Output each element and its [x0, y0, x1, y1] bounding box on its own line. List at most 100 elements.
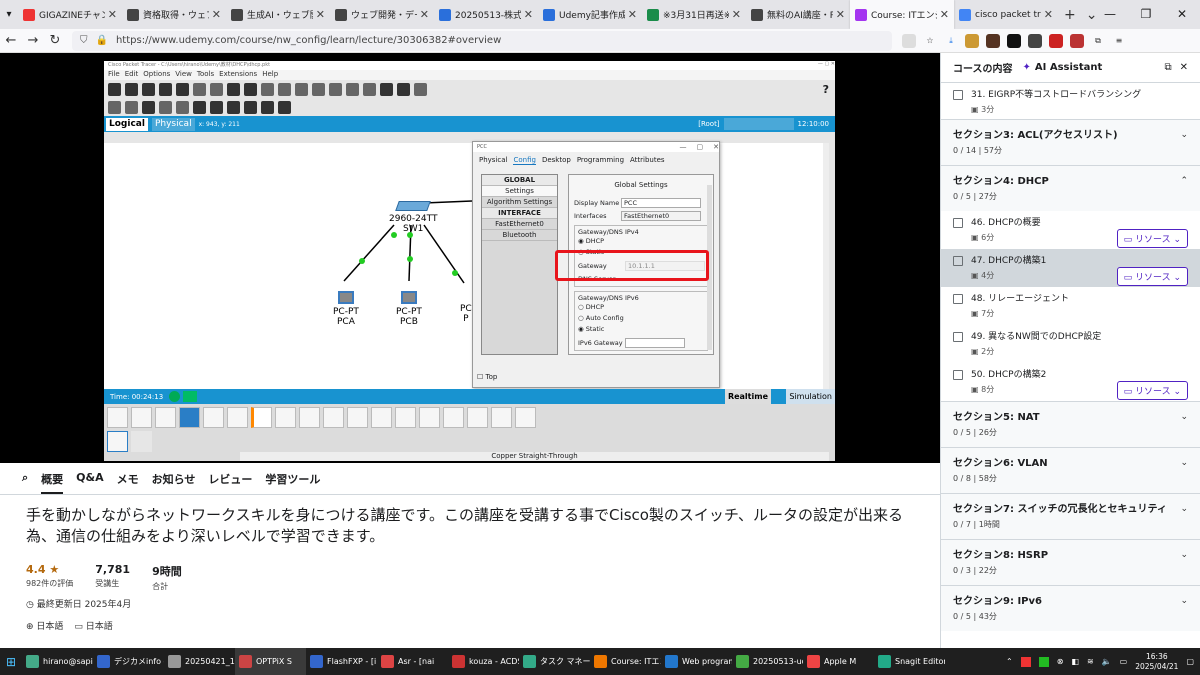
new-tab-icon[interactable]: +	[1064, 7, 1076, 23]
device-category-icon[interactable]	[203, 407, 224, 428]
minimize-icon[interactable]: —	[1092, 0, 1128, 29]
lecture-checkbox[interactable]	[953, 370, 963, 380]
nav-item[interactable]: Settings	[482, 186, 557, 197]
address-bar[interactable]: ⛉ 🔒 https://www.udemy.com/course/nw_conf…	[72, 30, 892, 51]
device-category-icon[interactable]	[227, 407, 248, 428]
toolbar-icon[interactable]	[142, 82, 155, 96]
ipv6-static-radio[interactable]: ◉ Static	[578, 324, 707, 335]
maximize-icon[interactable]: ▢	[697, 143, 704, 151]
pt-menu-item[interactable]: Help	[262, 70, 278, 80]
pcc-tab[interactable]: Physical	[479, 156, 507, 165]
zoom-out-icon[interactable]	[329, 82, 342, 96]
taskbar-app[interactable]: hirano@sapi	[22, 648, 93, 675]
pdu-icon[interactable]	[278, 100, 291, 114]
browser-tab[interactable]: 20250513-株式会社✕	[434, 0, 538, 29]
lecture-checkbox[interactable]	[953, 294, 963, 304]
select-icon[interactable]	[108, 100, 121, 114]
tab-close-icon[interactable]: ✕	[732, 8, 741, 21]
download-icon[interactable]: ⤓	[944, 34, 958, 48]
browser-tab[interactable]: Udemy記事作成の方✕	[538, 0, 642, 29]
restore-icon[interactable]: ❐	[1128, 0, 1164, 29]
taskbar-app[interactable]: OPTPiX S	[235, 648, 306, 675]
ai-assistant-button[interactable]: AI Assistant	[1035, 62, 1102, 73]
realtime-button[interactable]: Realtime	[724, 389, 771, 404]
pcc-tab[interactable]: Desktop	[542, 156, 571, 165]
pt-menu-item[interactable]: View	[175, 70, 192, 80]
tab-close-icon[interactable]: ✕	[108, 8, 117, 21]
lecture-item[interactable]: 47. DHCPの構築1 ▣ 4分 ▭ リソース ⌄	[941, 249, 1200, 287]
notification-icon[interactable]: ▢	[1186, 657, 1194, 666]
toolbar-icon[interactable]	[261, 82, 274, 96]
browser-tab[interactable]: GIGAZINEチャンネル✕	[18, 0, 122, 29]
straight-through-cable-icon[interactable]	[299, 407, 320, 428]
rating-stat[interactable]: 4.4 ★ 982件の評価	[26, 563, 73, 592]
toolbar-icon[interactable]	[210, 82, 223, 96]
toolbar-icon[interactable]	[125, 100, 138, 114]
nav-item[interactable]: Bluetooth	[482, 230, 557, 241]
canvas-scrollbar[interactable]	[823, 143, 829, 389]
tray-app-icon[interactable]: ◧	[1071, 657, 1079, 666]
close-icon[interactable]: ✕	[1164, 0, 1200, 29]
video-player[interactable]: Cisco Packet Tracer - C:\Users\hirano\Ud…	[0, 53, 940, 463]
browser-tab[interactable]: ※3月31日再送※【C✕	[642, 0, 746, 29]
pt-menu-item[interactable]: Options	[143, 70, 170, 80]
lecture-item[interactable]: 48. リレーエージェント ▣ 7分	[941, 287, 1200, 325]
overview-tab[interactable]: お知らせ	[152, 471, 196, 494]
overview-tab[interactable]: メモ	[117, 471, 139, 494]
pdu-icon[interactable]	[261, 100, 274, 114]
toolbar-icon[interactable]	[380, 82, 393, 96]
serial-dte-icon[interactable]	[443, 407, 464, 428]
section-header[interactable]: セクション8: HSRP 0 / 3 | 22分 ⌄	[941, 539, 1200, 585]
battery-icon[interactable]: ▭	[1120, 657, 1128, 666]
clock[interactable]: 16:36 2025/04/21	[1135, 652, 1178, 672]
browser-tab[interactable]: cisco packet tracer -✕	[954, 0, 1058, 29]
tab-close-icon[interactable]: ✕	[836, 8, 845, 21]
menu-icon[interactable]: ≡	[1112, 34, 1126, 48]
toolbar-icon[interactable]	[176, 82, 189, 96]
octal-cable-icon[interactable]	[467, 407, 488, 428]
browser-tab[interactable]: Course: ITエンジニア✕	[850, 0, 954, 29]
forward-icon[interactable]: →	[22, 33, 44, 48]
close-icon[interactable]: ✕	[713, 143, 719, 151]
browser-tab[interactable]: 生成AI・ウェブ開発・仕✕	[226, 0, 330, 29]
console-cable-icon[interactable]	[275, 407, 296, 428]
iot-cable-icon[interactable]	[491, 407, 512, 428]
tray-app-icon[interactable]	[1038, 656, 1049, 667]
toolbar-icon[interactable]	[227, 82, 240, 96]
workspace-icons[interactable]	[723, 118, 794, 130]
lecture-checkbox[interactable]	[953, 256, 963, 266]
tray-app-icon[interactable]: ⊗	[1057, 657, 1064, 666]
close-icon[interactable]: ✕	[1180, 62, 1188, 73]
pc-pca[interactable]: PC-PT PCA	[333, 291, 359, 327]
device-category-icon[interactable]	[107, 407, 128, 428]
overview-tab[interactable]: レビュー	[208, 471, 252, 494]
pen-icon[interactable]	[193, 100, 206, 114]
resources-button[interactable]: ▭ リソース ⌄	[1116, 229, 1188, 248]
pcc-tab[interactable]: Programming	[577, 156, 624, 165]
connections-icon[interactable]	[179, 407, 200, 428]
lecture-item[interactable]: 49. 異なるNW間でのDHCP設定 ▣ 2分	[941, 325, 1200, 363]
tray-app-icon[interactable]	[1020, 656, 1031, 667]
ipv6-gateway-input[interactable]	[625, 338, 685, 348]
lecture-checkbox[interactable]	[953, 332, 963, 342]
browser-tab[interactable]: 資格取得・ウェブアプリ✕	[122, 0, 226, 29]
extension-icon[interactable]	[986, 33, 1000, 48]
physical-tab[interactable]: Physical	[151, 117, 195, 131]
chevron-up-icon[interactable]: ⌃	[1006, 657, 1013, 666]
device-category-icon[interactable]	[155, 407, 176, 428]
toolbar-icon[interactable]	[176, 100, 189, 114]
interfaces-select[interactable]: FastEthernet0	[621, 211, 701, 221]
windows-start-icon[interactable]: ⊞	[0, 655, 22, 669]
expand-icon[interactable]: ⧉	[1164, 62, 1171, 73]
section-header[interactable]: セクション3: ACL(アクセスリスト) 0 / 14 | 57分 ⌄	[941, 119, 1200, 165]
zoom-in-icon[interactable]	[295, 82, 308, 96]
fiber-cable-icon[interactable]	[347, 407, 368, 428]
extension-icon[interactable]	[1007, 33, 1021, 48]
rectangle-icon[interactable]	[210, 100, 223, 114]
delete-icon[interactable]	[142, 100, 155, 114]
overview-tab[interactable]: 学習ツール	[265, 471, 320, 494]
toolbar-icon[interactable]	[244, 82, 257, 96]
bookmark-star-icon[interactable]: ☆	[923, 34, 937, 48]
tab-close-icon[interactable]: ✕	[524, 8, 533, 21]
tab-list-icon[interactable]: ▾	[0, 9, 18, 20]
